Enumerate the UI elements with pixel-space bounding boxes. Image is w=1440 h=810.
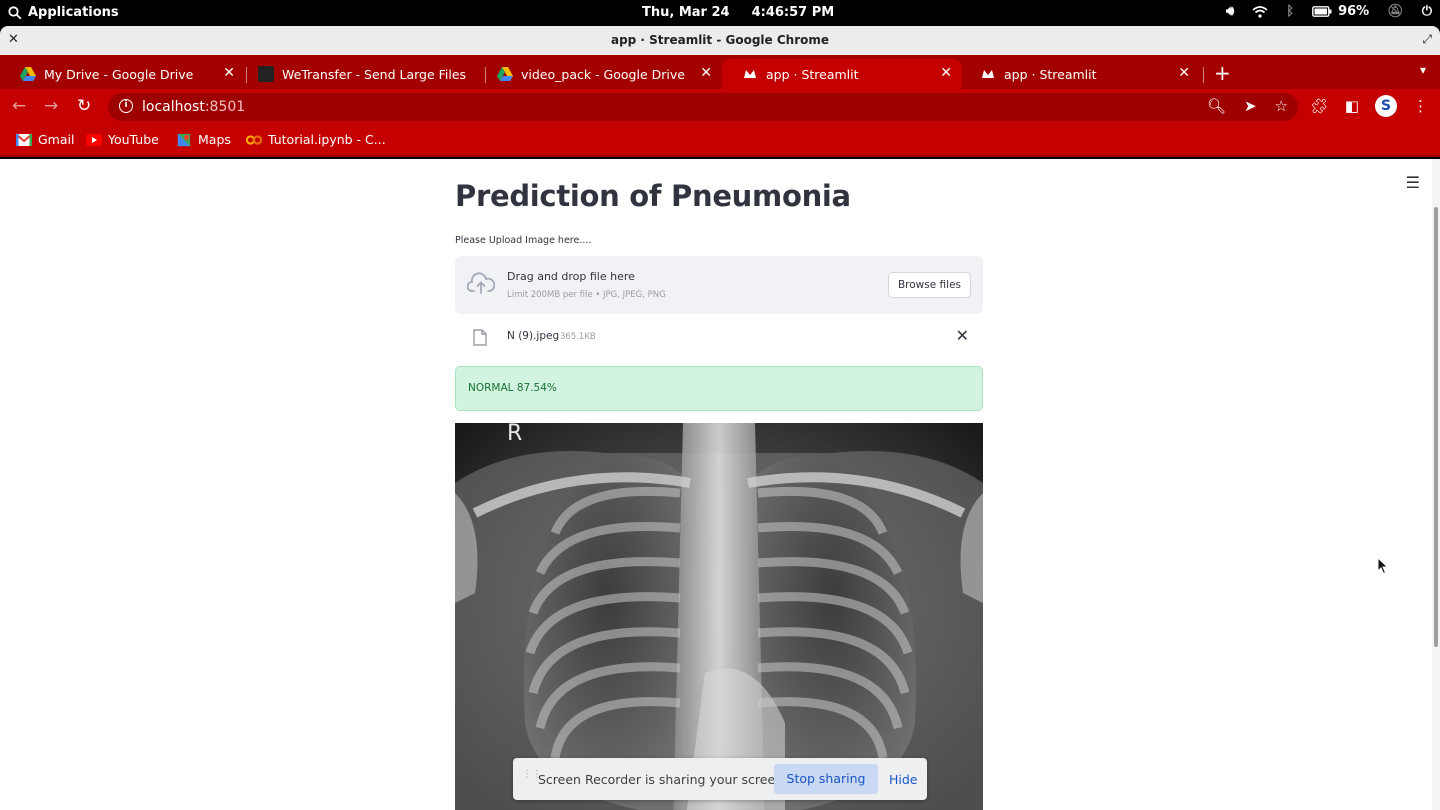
time-label: 4:46:57 PM bbox=[751, 5, 835, 20]
page-scrollbar[interactable] bbox=[1432, 159, 1440, 810]
tab-separator bbox=[1203, 67, 1204, 83]
reload-icon[interactable]: ↻ bbox=[77, 96, 91, 116]
tab-app-streamlit-active[interactable]: app · Streamlit ✕ bbox=[722, 59, 962, 89]
system-tray[interactable]: 🔊︎ ᛒ 96% 🔕︎ ⏻ bbox=[1226, 4, 1432, 19]
battery-percent: 96% bbox=[1338, 4, 1370, 19]
window-title-bar: ✕ app · Streamlit - Google Chrome ⤢ bbox=[0, 26, 1440, 55]
profile-avatar-icon[interactable]: S bbox=[1375, 95, 1397, 117]
uploaded-file-row: N (9).jpeg 365.1KB ✕ bbox=[455, 322, 983, 352]
tab-label: app · Streamlit bbox=[1004, 66, 1097, 82]
extensions-puzzle-icon[interactable]: 🧩︎ bbox=[1310, 97, 1329, 115]
side-panel-icon[interactable]: ◧ bbox=[1345, 97, 1359, 115]
clock[interactable]: Thu, Mar 24 4:46:57 PM bbox=[642, 5, 834, 20]
tab-app-streamlit[interactable]: app · Streamlit ✕ bbox=[960, 59, 1200, 89]
browser-toolbar: ← → ↻ i localhost:8501 🔍︎ ➤ ☆ 🧩︎ ◧ S ⋮ bbox=[0, 89, 1440, 125]
bookmark-youtube[interactable]: YouTube bbox=[86, 132, 159, 147]
gmail-icon bbox=[16, 132, 32, 146]
bookmark-gmail[interactable]: Gmail bbox=[16, 132, 74, 147]
dropzone-limit: Limit 200MB per file • JPG, JPEG, PNG bbox=[507, 290, 666, 300]
bookmark-label: Tutorial.ipynb - C... bbox=[268, 132, 386, 147]
tab-video-pack[interactable]: video_pack - Google Drive ✕ bbox=[477, 59, 722, 89]
prediction-result-text: NORMAL 87.54% bbox=[468, 382, 557, 394]
system-top-bar: Applications Thu, Mar 24 4:46:57 PM 🔊︎ ᛒ… bbox=[0, 0, 1440, 26]
mouse-cursor-icon bbox=[1377, 557, 1389, 575]
chest-xray-image: R bbox=[455, 423, 983, 810]
forward-arrow-icon[interactable]: → bbox=[44, 96, 58, 116]
file-icon bbox=[473, 329, 487, 346]
drag-handle-icon[interactable]: ⋮⋮ bbox=[522, 770, 542, 786]
bookmark-label: YouTube bbox=[108, 132, 159, 147]
date-label: Thu, Mar 24 bbox=[642, 5, 730, 20]
wifi-icon[interactable] bbox=[1252, 5, 1268, 18]
screen-share-bar: ⋮⋮ Screen Recorder is sharing your scree… bbox=[513, 758, 927, 800]
hide-button[interactable]: Hide bbox=[889, 772, 918, 787]
tab-wetransfer[interactable]: WeTransfer - Send Large Files bbox=[238, 59, 486, 89]
colab-icon bbox=[246, 134, 262, 145]
search-icon bbox=[8, 5, 22, 19]
scrollbar-thumb[interactable] bbox=[1434, 207, 1438, 647]
bookmark-maps[interactable]: Maps bbox=[176, 132, 231, 147]
stop-sharing-button[interactable]: Stop sharing bbox=[774, 764, 878, 794]
applications-label: Applications bbox=[28, 5, 119, 20]
back-arrow-icon[interactable]: ← bbox=[12, 96, 26, 116]
url-host: localhost bbox=[142, 99, 205, 115]
battery-indicator[interactable]: 96% bbox=[1312, 4, 1369, 19]
tab-close-icon[interactable]: ✕ bbox=[1178, 65, 1190, 81]
tab-close-icon[interactable]: ✕ bbox=[223, 65, 235, 81]
zoom-icon[interactable]: 🔍︎ bbox=[1207, 97, 1226, 115]
browse-files-button[interactable]: Browse files bbox=[887, 272, 971, 298]
window-maximize-icon[interactable]: ⤢ bbox=[1422, 32, 1432, 47]
tab-close-icon[interactable]: ✕ bbox=[700, 65, 712, 81]
wetransfer-icon bbox=[258, 66, 274, 82]
battery-icon bbox=[1312, 6, 1332, 17]
notifications-off-icon[interactable]: 🔕︎ bbox=[1387, 4, 1404, 19]
tab-close-icon[interactable]: ✕ bbox=[940, 65, 952, 81]
streamlit-icon bbox=[744, 70, 756, 78]
google-drive-icon bbox=[497, 67, 513, 81]
tab-label: My Drive - Google Drive bbox=[44, 66, 194, 82]
url-text: localhost:8501 bbox=[142, 99, 245, 115]
dropzone-title: Drag and drop file here bbox=[507, 270, 635, 283]
bookmark-label: Gmail bbox=[38, 132, 75, 147]
xray-side-marker: R bbox=[507, 423, 523, 446]
url-port: :8501 bbox=[204, 99, 246, 115]
youtube-icon bbox=[86, 133, 102, 146]
tab-label: app · Streamlit bbox=[766, 66, 859, 82]
tab-strip: My Drive - Google Drive ✕ WeTransfer - S… bbox=[0, 55, 1440, 89]
volume-icon[interactable]: 🔊︎ bbox=[1226, 4, 1234, 19]
page-viewport: ☰ Prediction of Pneumonia Please Upload … bbox=[0, 159, 1440, 810]
cloud-upload-icon bbox=[467, 272, 495, 294]
bookmark-label: Maps bbox=[198, 132, 231, 147]
tab-label: WeTransfer - Send Large Files bbox=[282, 66, 467, 82]
file-size: 365.1KB bbox=[560, 332, 596, 342]
bookmark-colab[interactable]: Tutorial.ipynb - C... bbox=[246, 132, 386, 147]
bluetooth-off-icon[interactable]: ᛒ bbox=[1286, 4, 1294, 19]
page-title: Prediction of Pneumonia bbox=[455, 179, 851, 213]
new-tab-plus-icon[interactable]: + bbox=[1214, 61, 1231, 85]
file-dropzone[interactable]: Drag and drop file here Limit 200MB per … bbox=[455, 256, 983, 314]
streamlit-icon bbox=[982, 70, 994, 78]
send-icon[interactable]: ➤ bbox=[1244, 97, 1257, 115]
chrome-menu-icon[interactable]: ⋮ bbox=[1413, 97, 1428, 115]
xray-drawing bbox=[455, 423, 983, 810]
tab-search-chevron-icon[interactable]: ▾ bbox=[1420, 63, 1426, 77]
site-info-icon[interactable]: i bbox=[119, 99, 133, 113]
applications-menu[interactable]: Applications bbox=[8, 5, 119, 20]
share-message: Screen Recorder is sharing your screen. bbox=[538, 772, 788, 787]
google-drive-icon bbox=[20, 67, 36, 81]
power-icon[interactable]: ⏻ bbox=[1422, 4, 1432, 19]
remove-file-close-icon[interactable]: ✕ bbox=[956, 326, 969, 345]
window-title: app · Streamlit - Google Chrome bbox=[610, 33, 830, 47]
bookmarks-bar: Gmail YouTube Maps Tutorial.ipynb - C... bbox=[0, 125, 1440, 157]
streamlit-menu-icon[interactable]: ☰ bbox=[1406, 173, 1420, 192]
bookmark-star-icon[interactable]: ☆ bbox=[1275, 97, 1288, 115]
prediction-success-alert: NORMAL 87.54% bbox=[455, 366, 983, 411]
maps-icon bbox=[177, 133, 191, 146]
address-bar[interactable]: i localhost:8501 🔍︎ ➤ ☆ bbox=[108, 93, 1298, 121]
upload-label: Please Upload Image here.... bbox=[455, 235, 592, 246]
file-name: N (9).jpeg bbox=[507, 330, 560, 342]
tab-my-drive[interactable]: My Drive - Google Drive ✕ bbox=[0, 59, 245, 89]
tab-label: video_pack - Google Drive bbox=[521, 66, 685, 82]
